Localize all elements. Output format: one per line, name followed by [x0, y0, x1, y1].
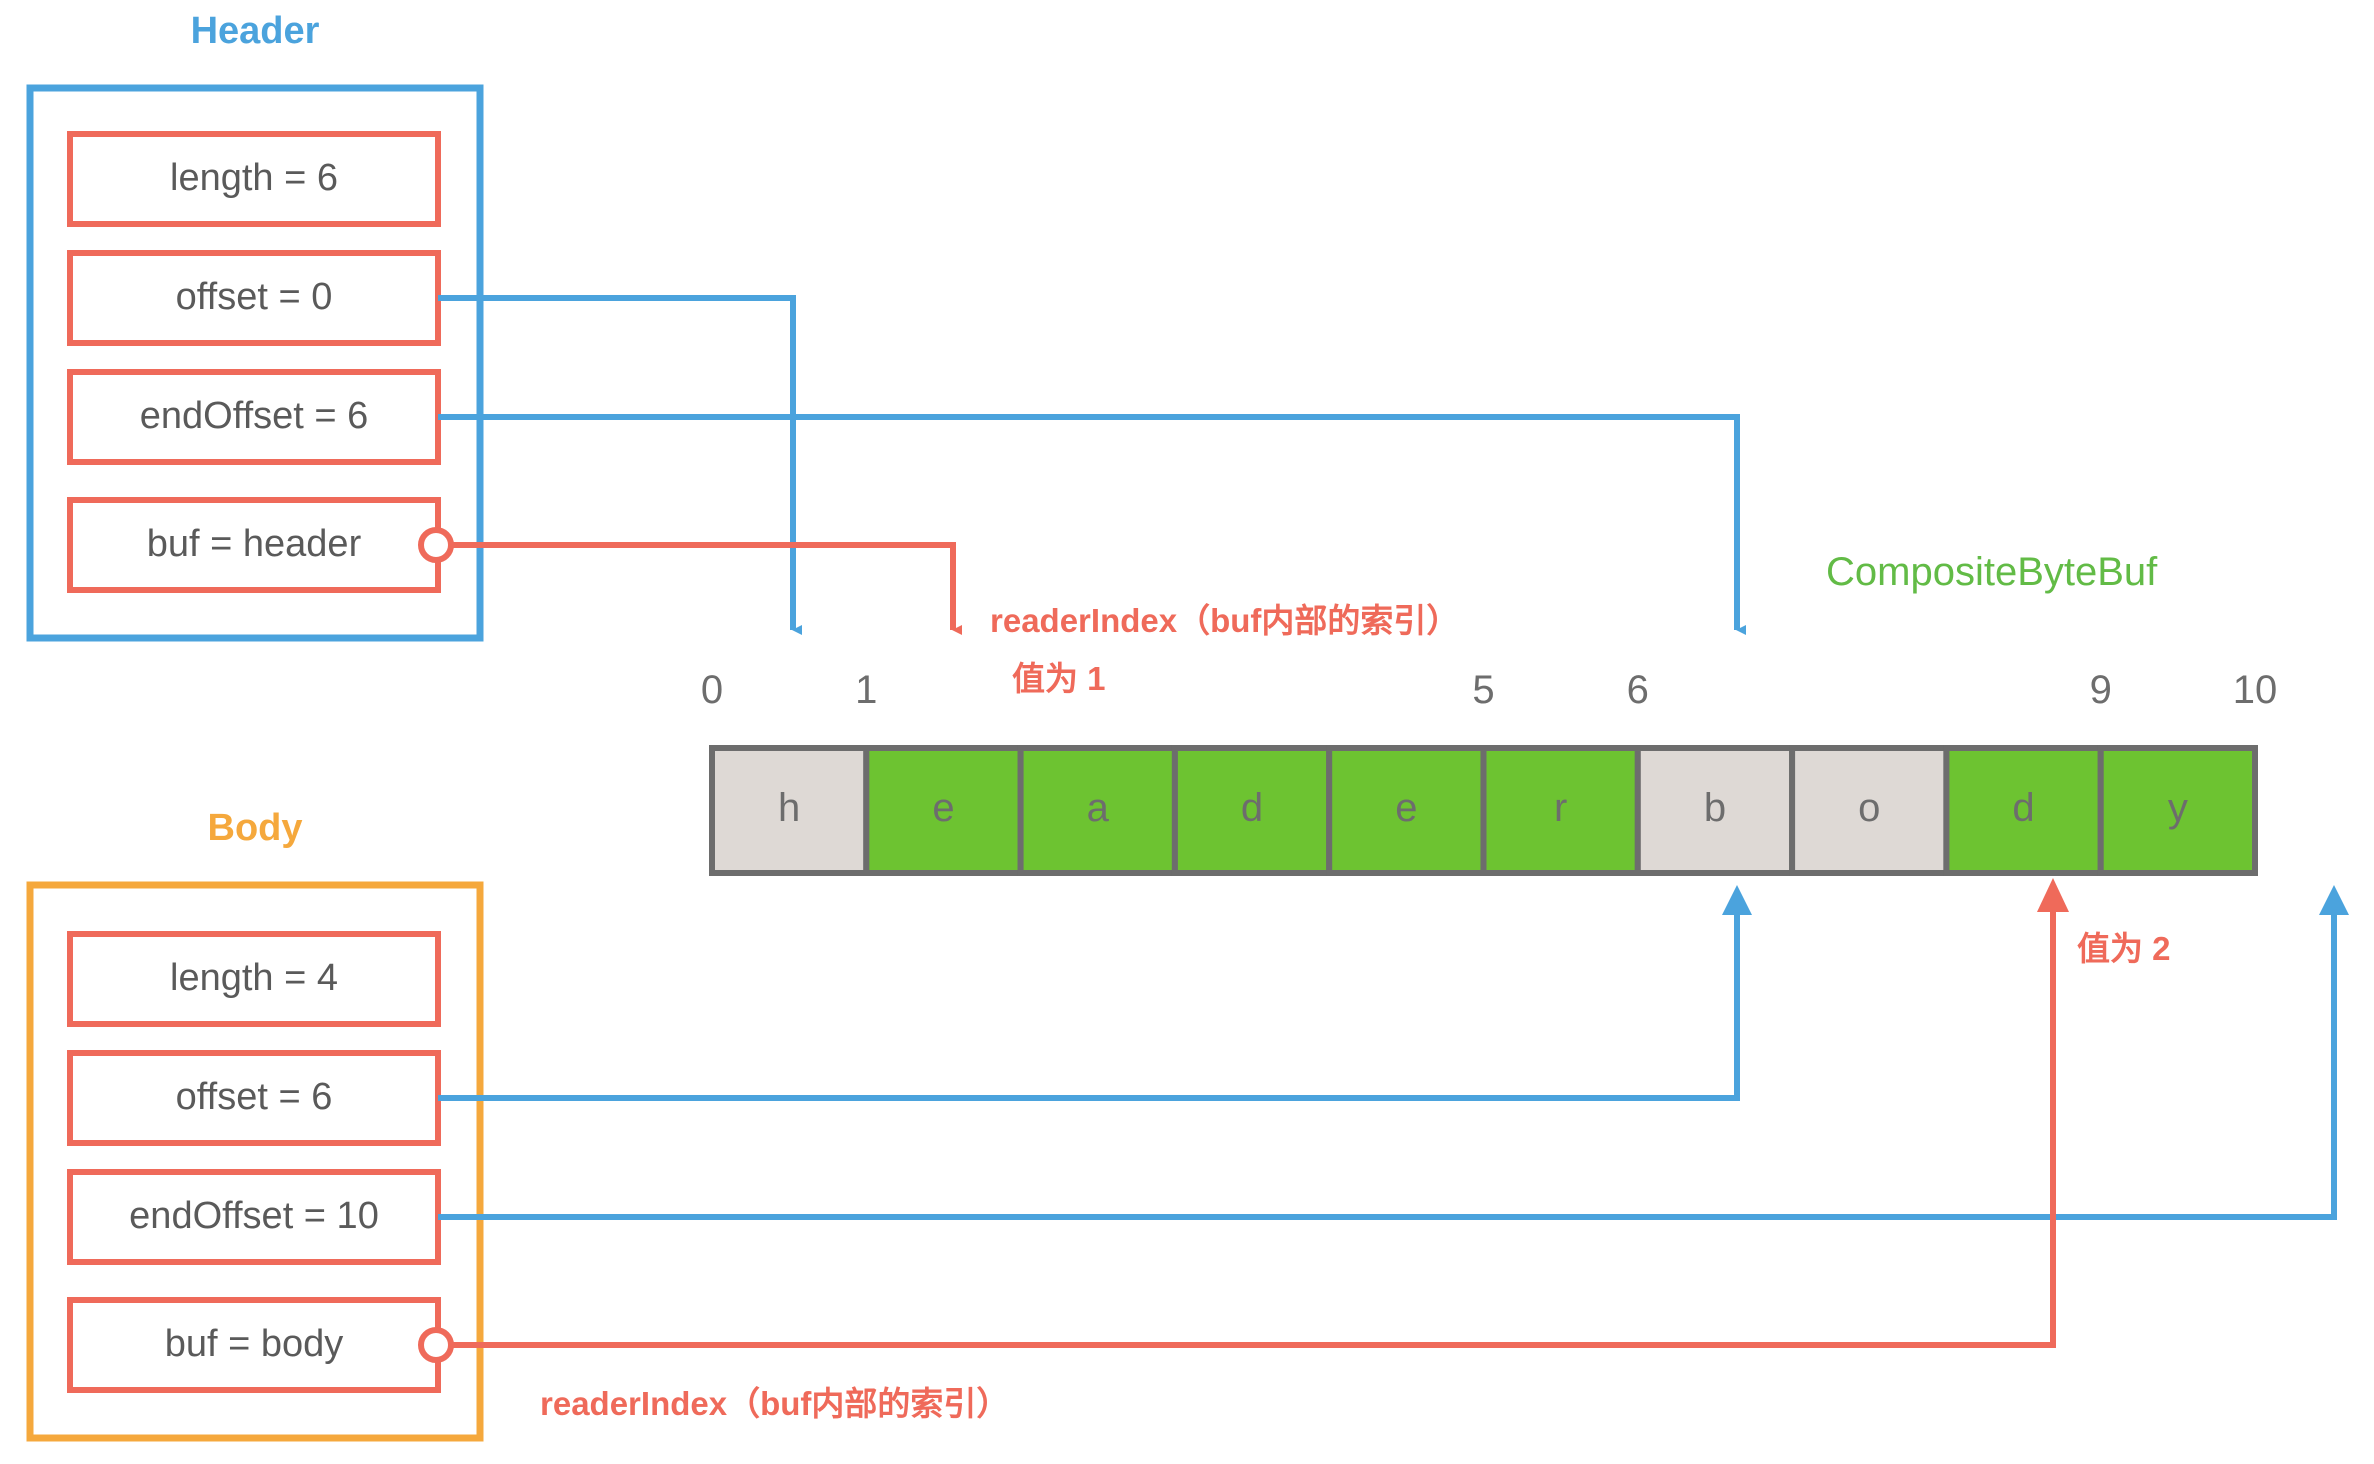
body-field-length: length = 4 — [170, 957, 338, 999]
buffer-cell-letter: b — [1703, 786, 1727, 830]
connector-body-readerindex — [452, 905, 2056, 1348]
body-readerindex-annotation: readerIndex（buf内部的索引） — [540, 1385, 1010, 1422]
body-field-offset: offset = 6 — [175, 1076, 333, 1118]
header-field-buf: buf = header — [146, 523, 362, 565]
header-field-offset: offset = 0 — [175, 276, 333, 318]
buffer-tick: 5 — [1472, 668, 1495, 712]
arrowhead-body-readerindex — [2037, 878, 2069, 912]
body-readerindex-value: 值为 2 — [2077, 930, 2171, 967]
header-field-endoffset: endOffset = 6 — [139, 395, 369, 437]
header-field-length: length = 6 — [170, 157, 338, 199]
buffer-cell-letter: e — [932, 786, 955, 830]
buffer-cell-letter: e — [1395, 786, 1418, 830]
diagram-canvas: Header length = 6 offset = 0 endOffset =… — [0, 0, 2374, 1464]
header-group-title: Header — [190, 10, 320, 52]
connector-body-endoffset — [438, 910, 2337, 1220]
buffer-tick: 9 — [2089, 668, 2112, 712]
buffer-cell-letter: o — [1858, 786, 1881, 830]
buffer-tick: 1 — [855, 668, 878, 712]
arrowhead-body-endoffset — [2319, 885, 2349, 915]
body-field-endoffset: endOffset = 10 — [129, 1195, 379, 1237]
buffer-cell-letter: a — [1086, 786, 1109, 830]
connector-header-readerindex — [452, 542, 962, 635]
diagram-svg — [26, 84, 2349, 1442]
buffer-tick: 0 — [700, 668, 724, 712]
body-group-title: Body — [207, 807, 303, 849]
buffer-cell-letter: r — [1553, 786, 1568, 830]
arrowhead-body-offset — [1722, 885, 1752, 915]
connector-header-offset — [438, 295, 802, 635]
buffer-cell-letter: h — [778, 786, 801, 830]
buffer-cell-letter: d — [2012, 786, 2035, 830]
body-field-buf: buf = body — [164, 1323, 344, 1365]
buffer-cell-letter: y — [2167, 786, 2188, 830]
buffer-tick: 10 — [2232, 668, 2278, 712]
buffer-tick: 6 — [1626, 668, 1649, 712]
header-readerindex-annotation: readerIndex（buf内部的索引） — [990, 602, 1460, 639]
composite-bytebuf-title: CompositeByteBuf — [1826, 550, 2158, 594]
header-readerindex-value: 值为 1 — [1012, 660, 1106, 697]
buffer-cell-letter: d — [1240, 786, 1264, 830]
connector-body-offset — [438, 910, 1740, 1101]
